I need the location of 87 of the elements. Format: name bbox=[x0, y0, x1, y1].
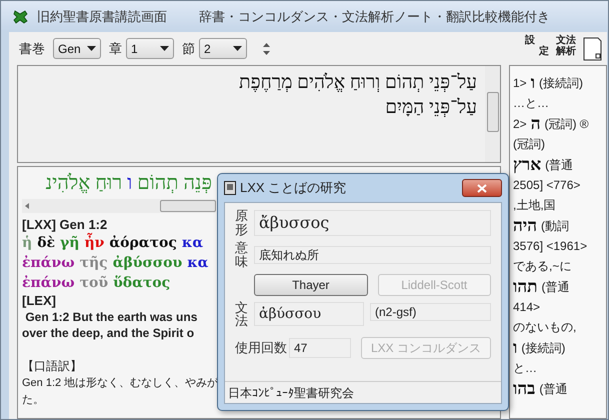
count-label: 使用回数 bbox=[235, 339, 287, 358]
dropdown-arrow-icon bbox=[233, 46, 242, 51]
dropdown-value: 1 bbox=[131, 40, 138, 58]
greek-word[interactable]: ὕδατος bbox=[113, 273, 170, 293]
down-arrow-icon[interactable] bbox=[263, 50, 270, 54]
select-label: 章 bbox=[109, 40, 122, 58]
hebrew-verse-line: עַל־פְּנֵי הַמָּיִם bbox=[384, 96, 477, 120]
entry-text: 2505] <776> bbox=[513, 177, 582, 194]
dropdown-value: Gen bbox=[58, 40, 81, 58]
hebrew-word[interactable]: פְּנֵה bbox=[184, 171, 212, 195]
greek-word[interactable]: ἐπάνω bbox=[22, 253, 75, 273]
hebrew-entry-word[interactable]: ארץ bbox=[513, 152, 542, 178]
hebrew-verse-line: עַל־פְּנֵי תְהוֹם וְרוּחַ אֱלֹהִים מְרַחֶפֶת bbox=[238, 71, 477, 95]
window-subtitle: 辞書・コンコルダンス・文法解析ノート・翻訳比較機能付き bbox=[199, 8, 550, 26]
part-of-speech: (接続詞) bbox=[539, 74, 584, 92]
hebrew-entry-word[interactable]: ו bbox=[530, 70, 536, 96]
entry-text: ,土地,国 bbox=[513, 197, 557, 214]
hebrew-entry-word[interactable]: תהו bbox=[513, 274, 538, 300]
english-verse-line: Gen 1:2 But the earth was uns bbox=[24, 309, 198, 325]
dialog-title: LXX ことばの研究 bbox=[240, 179, 346, 198]
part-of-speech: (普通 bbox=[539, 380, 568, 398]
dropdown[interactable]: 1 bbox=[126, 38, 174, 59]
dialog-status-bar: 日本ｺﾝﾋﾟｭｰﾀ聖書研究会 bbox=[225, 381, 501, 403]
colloquial-heading: 【口語訳】 bbox=[22, 358, 83, 375]
greek-word[interactable]: κα bbox=[187, 253, 208, 273]
dropdown-arrow-icon bbox=[160, 46, 169, 51]
greek-word[interactable]: ἀβύσσου bbox=[112, 253, 182, 273]
part-of-speech: (冠詞) ® bbox=[544, 116, 589, 132]
logo-icon bbox=[13, 8, 29, 24]
part-of-speech: (普通 bbox=[545, 156, 574, 174]
entry-text: …と… bbox=[513, 95, 550, 112]
japanese-verse-line: た。 bbox=[22, 393, 45, 408]
page-icon[interactable] bbox=[583, 36, 603, 60]
up-arrow-icon[interactable] bbox=[263, 42, 270, 46]
hebrew-word[interactable]: אֱלֹהִינ bbox=[46, 171, 90, 195]
lex-heading: [LEX] bbox=[22, 293, 57, 309]
hebrew-word[interactable]: רוּחַ bbox=[95, 171, 122, 195]
greek-word[interactable]: δὲ bbox=[37, 233, 56, 253]
dropdown-value: 2 bbox=[204, 40, 211, 58]
dictionary-button[interactable]: Thayer bbox=[254, 274, 368, 296]
english-verse-line: over the deep, and the Spirit o bbox=[22, 325, 196, 341]
dropdown-arrow-icon bbox=[87, 46, 96, 51]
lxx-heading: [LXX] Gen 1:2 bbox=[22, 217, 108, 232]
window-title: 旧約聖書原書講読画面 bbox=[37, 8, 167, 26]
vertical-scrollbar[interactable] bbox=[485, 66, 500, 162]
dropdown[interactable]: 2 bbox=[199, 38, 247, 59]
greek-word[interactable]: ἐπάνω bbox=[22, 273, 75, 293]
hebrew-entry-word[interactable]: היה bbox=[513, 212, 538, 238]
entry-text: 414> bbox=[513, 299, 542, 316]
grammar-label: 文法 bbox=[235, 300, 248, 328]
scroll-thumb[interactable] bbox=[160, 200, 216, 212]
grammar-analysis-button[interactable]: 文法解析 bbox=[553, 34, 579, 62]
greek-word[interactable]: ἀόρατος bbox=[109, 233, 177, 253]
hebrew-entry-word[interactable]: ו bbox=[513, 334, 518, 360]
hebrew-entry-word[interactable]: בהו bbox=[513, 376, 536, 402]
count-field[interactable]: 47 bbox=[289, 338, 351, 358]
dropdown[interactable]: Gen bbox=[53, 38, 101, 59]
form-field[interactable]: ἀβύσσου bbox=[254, 302, 364, 326]
horizontal-scrollbar[interactable] bbox=[22, 199, 216, 213]
entry-number: 1> bbox=[513, 74, 527, 92]
hebrew-word[interactable]: ו bbox=[127, 171, 132, 195]
close-icon bbox=[477, 184, 487, 192]
entry-text: と… bbox=[513, 360, 538, 377]
part-of-speech: (普通 bbox=[542, 278, 570, 296]
entry-text: のないもの, bbox=[513, 319, 578, 336]
lemma-label: 原形 bbox=[235, 209, 248, 236]
lemma-field[interactable]: ἄβυσσος bbox=[254, 210, 491, 236]
settings-button[interactable]: 設定 bbox=[525, 34, 549, 62]
part-of-speech: (接続詞) bbox=[521, 340, 566, 356]
dialog-app-icon bbox=[224, 181, 236, 195]
hebrew-word[interactable]: תְהוֹם bbox=[137, 171, 178, 195]
hebrew-entry-word[interactable]: ה bbox=[530, 110, 540, 136]
parse-field[interactable]: (n2-gsf) bbox=[370, 302, 491, 321]
meaning-field[interactable]: 底知れぬ所 bbox=[254, 246, 491, 264]
greek-word[interactable]: ἦν bbox=[84, 233, 104, 253]
part-of-speech: (動詞 bbox=[541, 218, 570, 234]
entry-number: 2> bbox=[513, 116, 527, 132]
select-label: 書巻 bbox=[19, 40, 45, 58]
select-label: 節 bbox=[182, 40, 195, 58]
entry-text: 3576] <1961> bbox=[513, 238, 588, 255]
entry-text: (冠詞) bbox=[513, 136, 546, 153]
scroll-thumb[interactable] bbox=[486, 92, 498, 132]
greek-word[interactable]: γῆ bbox=[60, 233, 80, 253]
close-button[interactable] bbox=[462, 179, 502, 197]
meaning-label: 意味 bbox=[235, 241, 248, 269]
greek-word[interactable]: κα bbox=[182, 233, 204, 253]
entry-text: である,~に bbox=[513, 258, 572, 275]
